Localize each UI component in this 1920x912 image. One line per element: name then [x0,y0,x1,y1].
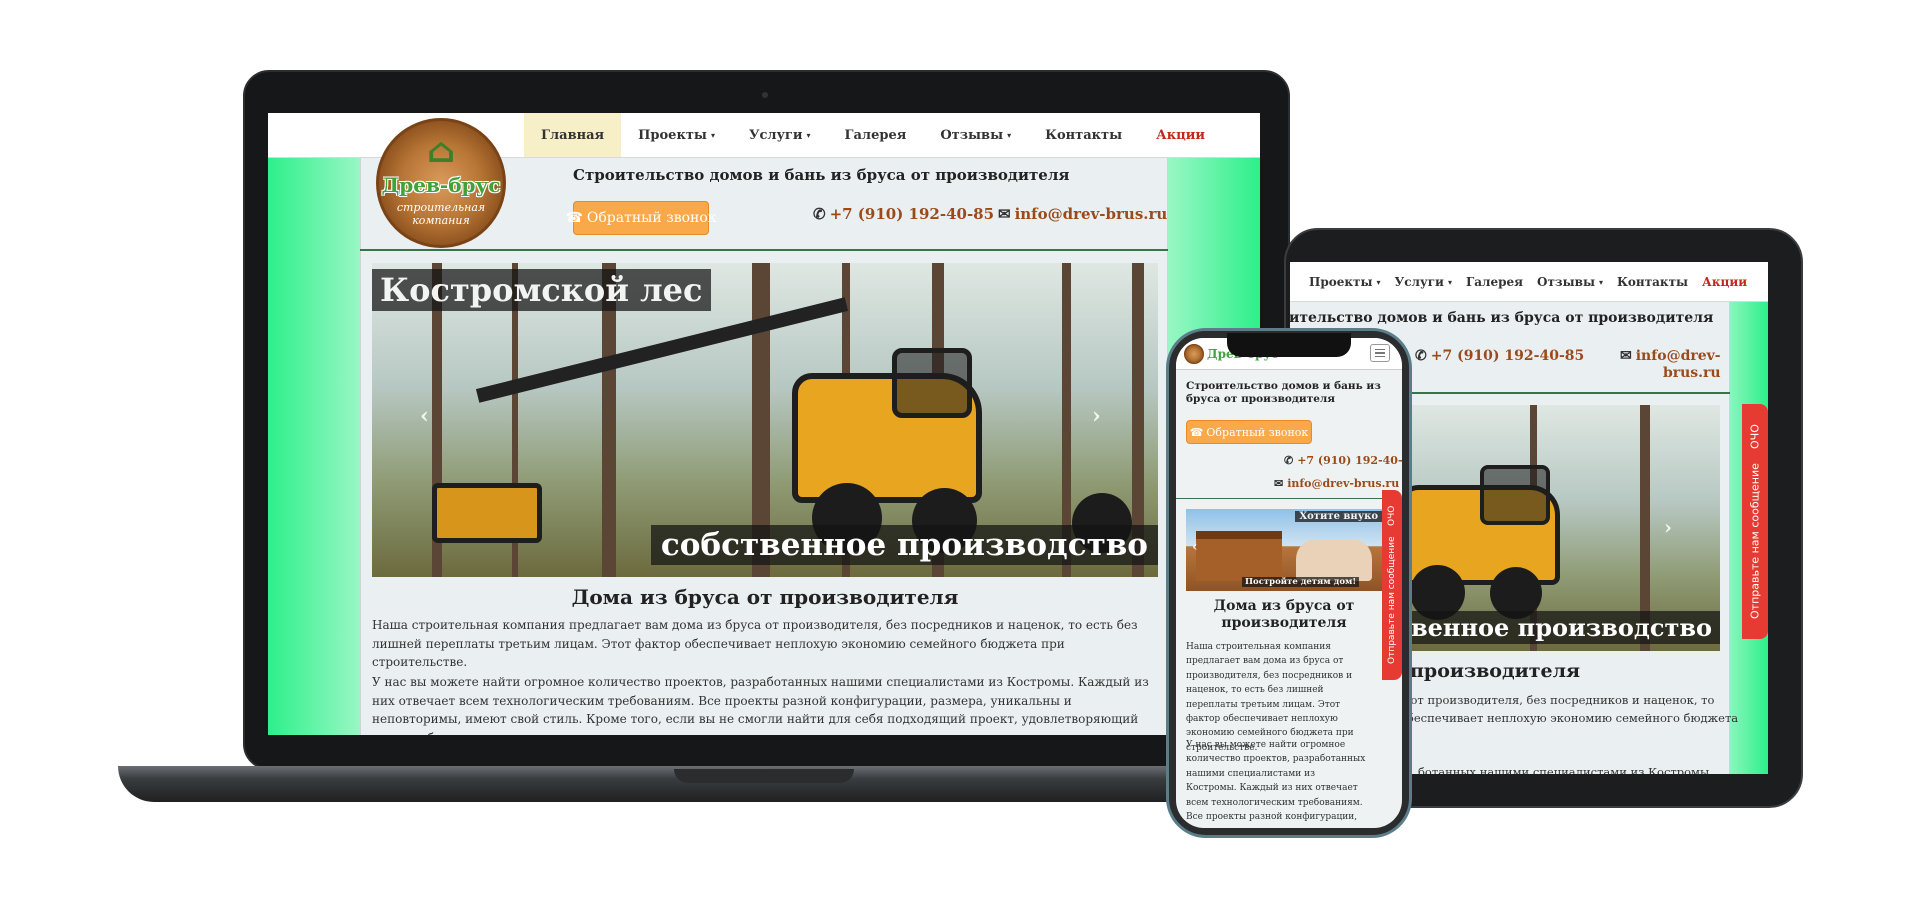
nav-projects[interactable]: Проекты ▾ [1302,262,1388,301]
phone-link[interactable]: ✆+7 (910) 192-40-85 [1284,454,1402,467]
site-tagline: Строительство домов и бань из бруса от п… [573,166,1070,184]
envelope-icon: ✉ [1620,348,1632,364]
envelope-icon: ✉ [1274,477,1284,490]
chevron-right-icon[interactable]: › [1092,403,1101,429]
nav-promo[interactable]: Акции [1139,113,1222,157]
hero-slider[interactable]: Хотите внуко Постройте детям дом! ‹ [1186,509,1382,591]
caret-down-icon: ▾ [1447,276,1452,287]
projects-paragraph: У нас вы можете найти огромное количеств… [372,675,1149,735]
callback-button[interactable]: ☎ Обратный звонок [1186,420,1312,444]
family-group [1296,539,1372,581]
email-link[interactable]: ✉ info@drev-brus.ru [1274,477,1399,490]
page-heading: Дома из бруса от производителя [1213,598,1355,631]
chevron-left-icon[interactable]: ‹ [1192,539,1198,555]
laptop-screen: Главная Проекты ▾ Услуги ▾ Галерея Отзывы ▾… [268,113,1260,735]
caret-down-icon: ▾ [1007,130,1012,140]
caret-down-icon: ▾ [710,130,715,140]
site-tagline: Строительство домов и бань из бруса от п… [1186,380,1381,406]
nav-home[interactable]: Главная [524,113,622,157]
nav-gallery[interactable]: Галерея [828,113,924,157]
handset-icon: ☎ [565,210,583,226]
site-tagline: Строительство домов и бань из бруса от п… [1290,310,1714,326]
nav-services[interactable]: Услуги ▾ [732,113,828,157]
phone-icon: ✆ [1284,454,1294,467]
page-heading: производителя [1410,660,1581,682]
laptop-camera [762,92,768,98]
handset-icon: ☎ [1189,425,1204,439]
phone-screen: Древ-брус Строительство домов и бань из … [1176,338,1402,828]
nav-projects[interactable]: Проекты ▾ [621,113,732,157]
log-house [1196,531,1282,581]
caret-down-icon: ▾ [1598,276,1603,287]
nav-gallery[interactable]: Галерея [1459,262,1530,301]
email-link[interactable]: ✉ info@drev- brus.ru [1620,348,1721,382]
hamburger-icon[interactable] [1370,344,1390,362]
caret-down-icon: ▾ [806,130,811,140]
send-message-tab[interactable]: Отправьте нам сообщение ОЧО [1742,404,1768,639]
projects-paragraph-fragment: ботанных нашими специалистами из Костром… [1418,765,1713,774]
email-link[interactable]: ✉ info@drev-brus.ru [998,205,1167,223]
phone-link[interactable]: ✆+7 (910) 192-40-85 [813,205,994,223]
page-heading: Дома из бруса от производителя [571,585,959,609]
projects-paragraph: У нас вы можете найти огромное количеств… [1186,740,1366,828]
nav-reviews[interactable]: Отзывы ▾ [923,113,1028,157]
harvester-cab [892,348,972,418]
intro-paragraph: Наша строительная компания предлагает ва… [372,618,1138,670]
harvester-head [432,483,542,543]
chevron-right-icon[interactable]: › [1664,515,1672,539]
harvester-cab [1480,465,1550,525]
caret-down-icon: ▾ [1376,276,1381,287]
laptop-hinge-notch [674,769,854,783]
hero-slider[interactable]: Костромской лес собственное производство… [372,263,1158,577]
slide-caption-bottom: твенное производство [1388,611,1720,644]
header-divider [360,249,1168,251]
phone-notch [1227,333,1351,357]
tablet-navbar: Проекты ▾ Услуги ▾ Галерея Отзывы ▾ Контакт… [1290,262,1768,302]
send-message-tab[interactable]: Отправьте нам сообщение ОЧО [1382,490,1402,680]
nav-contacts[interactable]: Контакты [1610,262,1695,301]
nav-promo[interactable]: Акции [1695,262,1754,301]
nav-contacts[interactable]: Контакты [1028,113,1139,157]
slide-caption-bottom: собственное производство [650,525,1158,565]
nav-services[interactable]: Услуги ▾ [1388,262,1459,301]
slide-caption-top: Костромской лес [372,269,711,311]
site-logo[interactable] [1184,343,1204,364]
header-divider [1176,498,1402,499]
phone-icon: ✆ [813,205,826,223]
slide-caption-bottom: Постройте детям дом! [1242,577,1360,587]
slide-caption-top: Хотите внуко [1295,511,1382,522]
house-leaf-icon: ⌂ [426,131,456,171]
phone-icon: ✆ [1415,348,1427,364]
callback-button[interactable]: ☎ Обратный звонок [565,201,717,235]
site-logo[interactable]: ⌂ Древ-брус строительная компания [376,118,506,248]
nav-reviews[interactable]: Отзывы ▾ [1530,262,1610,301]
phone-link[interactable]: ✆+7 (910) 192-40-85 [1415,348,1584,364]
envelope-icon: ✉ [998,205,1011,223]
chevron-left-icon[interactable]: ‹ [420,403,429,429]
intro-paragraph-fragment: а от производителя, без посредников и на… [1400,693,1739,725]
